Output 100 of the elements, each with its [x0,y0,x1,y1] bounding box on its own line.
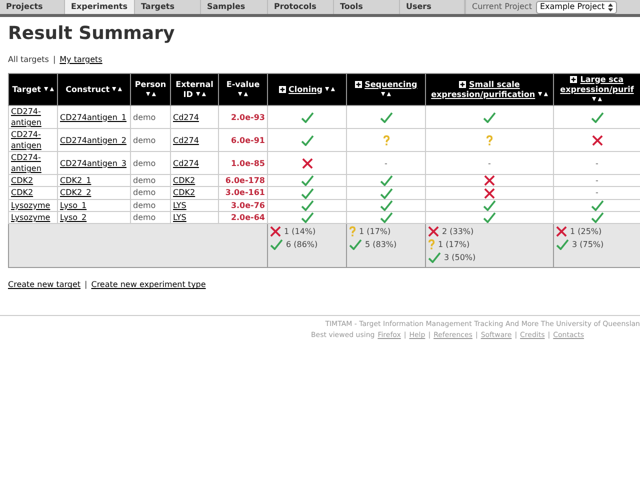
nav-tab[interactable]: Experiments [65,0,135,14]
summary-count: 1 (25%) [570,226,602,238]
table-cell: demo [130,199,170,212]
sort-icon[interactable] [325,86,336,92]
page-title: Result Summary [8,25,176,43]
summary-count: 2 (33%) [442,226,474,238]
summary-count: 1 (17%) [438,238,470,251]
column-header[interactable]: Construct [58,74,130,106]
sort-icon[interactable] [44,86,54,92]
target-link[interactable]: CD274-antigen [8,152,58,174]
evalue-cell: 2.0e-93 [218,106,268,128]
check-icon [380,175,392,186]
column-header[interactable]: External ID [170,74,218,106]
external-id-link[interactable]: LYS [170,199,218,212]
check-icon [380,200,392,211]
separator: | [84,279,88,292]
action-link[interactable]: Create new target [8,279,81,292]
column-header[interactable]: Cloning [268,74,346,106]
column-header[interactable]: Large sca expression/purif [554,74,640,106]
action-link[interactable]: Create new experiment type [91,279,206,292]
check-icon [483,200,496,211]
empty-result: - [346,152,426,174]
external-id-link[interactable]: Cd274 [170,128,218,152]
check-icon [300,175,314,186]
table-cell: demo [130,106,170,128]
target-link[interactable]: CD274-antigen [8,106,58,128]
check-icon [483,212,496,224]
expand-icon[interactable] [278,86,286,93]
table-cell: demo [130,152,170,174]
check-icon [590,200,604,211]
check-icon [300,112,314,123]
check-icon [428,252,441,264]
separator: | [52,54,56,66]
question-icon [349,226,356,238]
cross-icon [302,158,312,169]
project-select[interactable]: Example Project [536,0,617,14]
sort-icon[interactable] [592,96,602,102]
check-icon [483,112,496,123]
external-id-link[interactable]: CDK2 [170,174,218,187]
filter-link[interactable]: My targets [60,54,102,66]
check-icon [300,200,314,211]
table-cell: demo [130,174,170,187]
construct-link[interactable]: CD274antigen_1 [58,106,130,128]
sort-icon[interactable] [381,92,391,97]
column-header[interactable]: E-value [218,74,268,106]
table-cell: demo [130,128,170,152]
evalue-cell: 3.0e-161 [218,186,268,200]
evalue-cell: 6.0e-91 [218,128,268,152]
check-icon [300,212,314,224]
sort-icon[interactable] [538,92,548,97]
check-icon [300,188,314,199]
sort-icon[interactable] [146,92,156,97]
column-header[interactable]: Person [130,74,170,106]
sort-icon[interactable] [238,92,248,97]
column-header[interactable]: Target [8,74,58,106]
summary-count: 3 (75%) [572,238,604,251]
summary-count: 3 (50%) [444,252,476,264]
construct-link[interactable]: CD274antigen_3 [58,152,130,174]
construct-link[interactable]: CD274antigen_2 [58,128,130,152]
sort-icon[interactable] [112,86,122,92]
check-icon [380,188,392,199]
target-link[interactable]: CDK2 [8,186,58,200]
external-id-link[interactable]: CDK2 [170,186,218,200]
construct-link[interactable]: CDK2_2 [58,186,130,200]
target-link[interactable]: CD274-antigen [8,128,58,152]
evalue-cell: 6.0e-178 [218,174,268,187]
expand-icon[interactable] [459,80,466,88]
expand-icon[interactable] [570,76,578,83]
construct-link[interactable]: Lyso_1 [58,199,130,212]
check-icon [590,112,604,123]
check-icon [556,239,569,250]
external-id-link[interactable]: Cd274 [170,106,218,128]
summary-count: 1 (14%) [284,226,316,238]
column-header[interactable]: Small scale expression/purification [426,74,554,106]
cross-icon [270,226,281,238]
target-link[interactable]: CDK2 [8,174,58,187]
expand-icon[interactable] [354,80,362,88]
filter-label: All targets [8,54,49,66]
dropdown-arrows-icon [608,2,613,12]
check-icon [349,239,362,250]
question-icon [382,134,390,146]
cross-icon [484,188,495,199]
sort-icon[interactable] [196,92,206,97]
check-icon [380,112,392,123]
cross-icon [556,226,567,238]
external-id-link[interactable]: Cd274 [170,152,218,174]
target-link[interactable]: Lysozyme [8,199,58,212]
cross-icon [592,134,602,146]
question-icon [486,134,493,146]
construct-link[interactable]: CDK2_1 [58,174,130,187]
column-header[interactable]: Sequencing [346,74,426,106]
current-project-label: Current Project [472,1,532,13]
cross-icon [484,175,495,186]
evalue-cell: 1.0e-85 [218,152,268,174]
check-icon [300,134,314,146]
cross-icon [428,226,439,238]
question-icon [428,239,435,250]
check-icon [380,212,392,224]
check-icon [590,212,604,224]
summary-count: 6 (86%) [286,238,318,251]
